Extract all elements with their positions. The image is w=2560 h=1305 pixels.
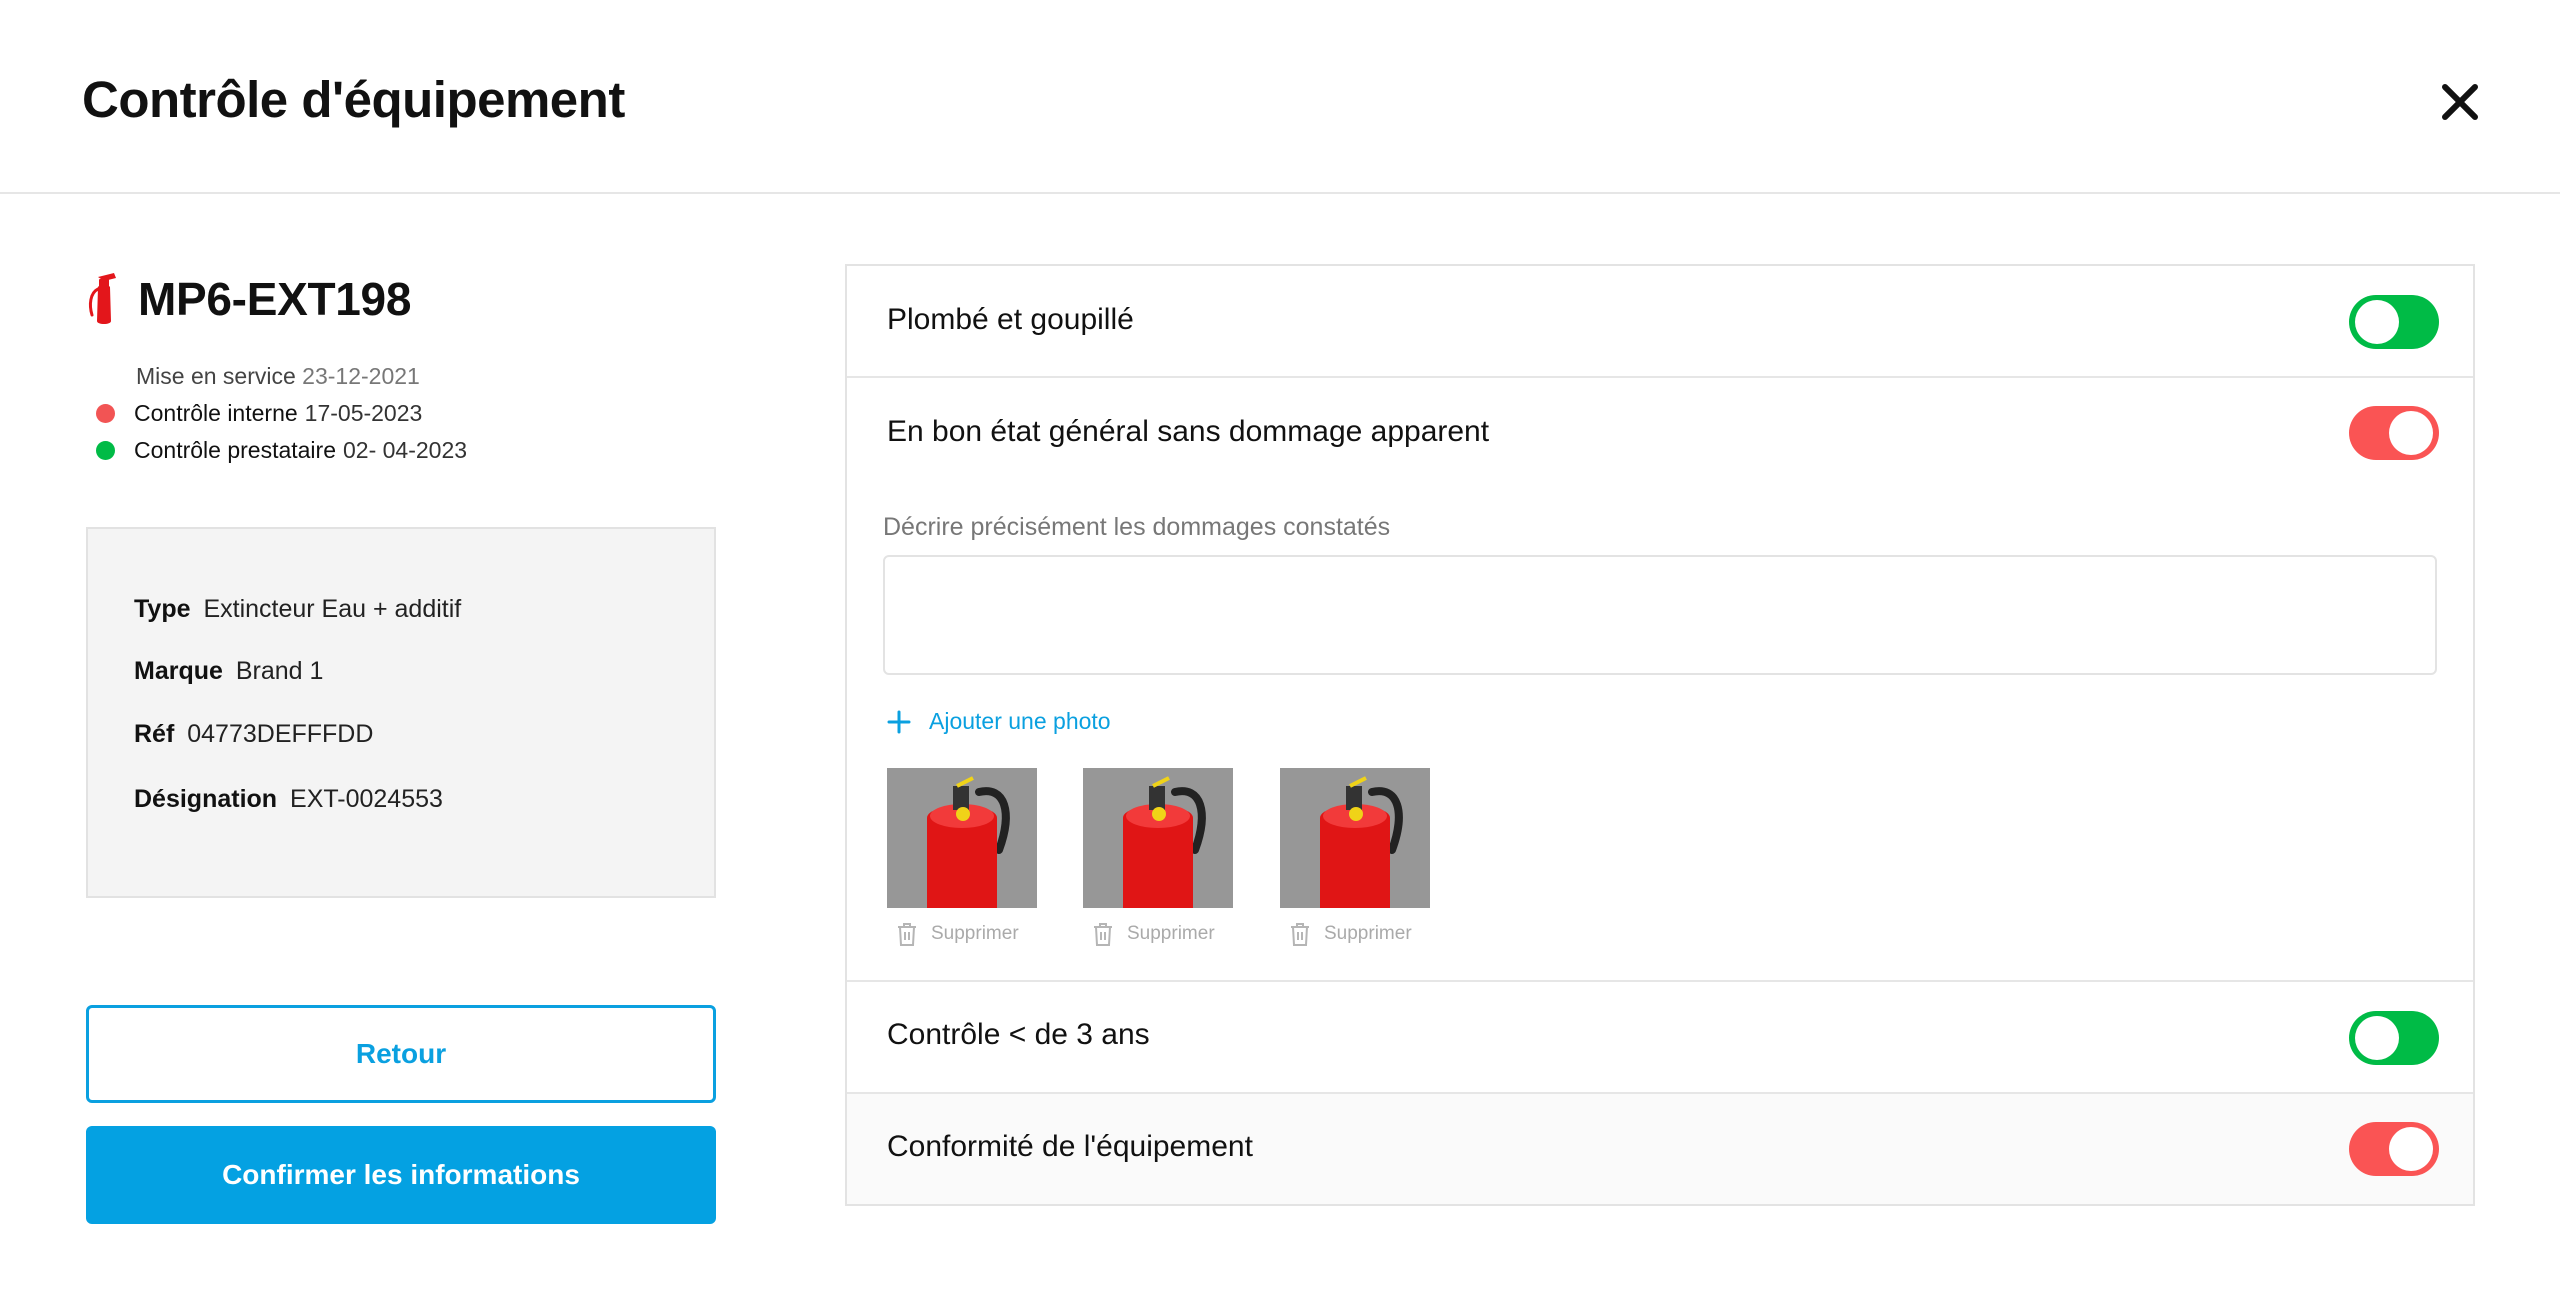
delete-photo-button[interactable]: Supprimer	[1288, 921, 1412, 947]
toggle-knob	[2389, 411, 2433, 455]
checklist-item-label: En bon état général sans dommage apparen…	[887, 415, 1490, 448]
detail-brand-value: Brand 1	[235, 657, 324, 685]
checklist-item-label: Conformité de l'équipement	[887, 1130, 1253, 1163]
trash-icon	[1094, 923, 1112, 946]
checklist-toggle[interactable]	[2349, 295, 2439, 349]
photo-thumbnail[interactable]	[887, 768, 1037, 908]
detail-ref: Réf 04773DEFFFDD	[134, 720, 373, 749]
checklist-item-label: Contrôle < de 3 ans	[887, 1018, 1150, 1051]
detail-brand-label: Marque	[134, 657, 223, 685]
trash-icon	[898, 923, 916, 946]
status-dot-red	[96, 404, 115, 423]
delete-photo-button[interactable]: Supprimer	[895, 921, 1019, 947]
damage-description-input[interactable]	[883, 555, 2437, 675]
plus-icon	[887, 710, 911, 733]
checklist-item-label: Plombé et goupillé	[887, 303, 1134, 336]
detail-designation-label: Désignation	[134, 785, 278, 813]
provider-control-label: Contrôle prestataire	[134, 437, 336, 463]
delete-photo-button[interactable]: Supprimer	[1091, 921, 1215, 947]
service-date-line: Mise en service 23-12-2021	[136, 363, 420, 390]
internal-control-label: Contrôle interne	[134, 400, 298, 426]
checklist-toggle[interactable]	[2349, 1122, 2439, 1176]
damage-description-label: Décrire précisément les dommages constat…	[883, 513, 1391, 541]
equipment-heading: MP6-EXT198	[84, 268, 411, 330]
add-photo-label: Ajouter une photo	[929, 708, 1111, 734]
internal-control-line: Contrôle interne 17-05-2023	[96, 400, 422, 427]
internal-control-date: 17-05-2023	[304, 400, 423, 426]
service-label: Mise en service	[136, 363, 296, 389]
close-icon[interactable]	[2436, 78, 2484, 126]
equipment-details-card: Type Extincteur Eau + additif Marque Bra…	[86, 527, 716, 898]
detail-type-label: Type	[134, 595, 191, 623]
toggle-knob	[2355, 300, 2399, 344]
checklist-item: Plombé et goupillé	[847, 266, 2473, 378]
confirm-button[interactable]: Confirmer les informations	[86, 1126, 716, 1224]
add-photo-button[interactable]: Ajouter une photo	[887, 708, 1111, 735]
detail-designation: Désignation EXT-0024553	[134, 785, 443, 814]
detail-brand: Marque Brand 1	[134, 657, 323, 686]
checklist-item: Conformité de l'équipement	[847, 1094, 2473, 1204]
service-date: 23-12-2021	[302, 363, 420, 389]
checklist-toggle[interactable]	[2349, 1011, 2439, 1065]
equipment-id: MP6-EXT198	[138, 273, 412, 325]
status-dot-green	[96, 441, 115, 460]
detail-type: Type Extincteur Eau + additif	[134, 595, 461, 624]
detail-ref-value: 04773DEFFFDD	[187, 720, 374, 748]
delete-label: Supprimer	[931, 923, 1019, 944]
photo-thumbnail[interactable]	[1083, 768, 1233, 908]
detail-ref-label: Réf	[134, 720, 175, 748]
fire-extinguisher-icon	[88, 273, 116, 324]
toggle-knob	[2389, 1127, 2433, 1171]
provider-control-date: 02- 04-2023	[343, 437, 468, 463]
detail-designation-value: EXT-0024553	[290, 785, 443, 813]
modal-header: Contrôle d'équipement	[0, 0, 2560, 194]
page-title: Contrôle d'équipement	[82, 71, 625, 128]
delete-label: Supprimer	[1127, 923, 1215, 944]
delete-label: Supprimer	[1324, 923, 1412, 944]
checklist-panel: Plombé et goupillé En bon état général s…	[845, 264, 2475, 1206]
provider-control-line: Contrôle prestataire 02- 04-2023	[96, 437, 467, 464]
detail-type-value: Extincteur Eau + additif	[203, 595, 462, 623]
checklist-toggle[interactable]	[2349, 406, 2439, 460]
checklist-item: Contrôle < de 3 ans	[847, 982, 2473, 1094]
toggle-knob	[2355, 1016, 2399, 1060]
back-button[interactable]: Retour	[86, 1005, 716, 1103]
trash-icon	[1291, 923, 1309, 946]
photo-thumbnail[interactable]	[1280, 768, 1430, 908]
checklist-item: En bon état général sans dommage apparen…	[847, 378, 2473, 982]
